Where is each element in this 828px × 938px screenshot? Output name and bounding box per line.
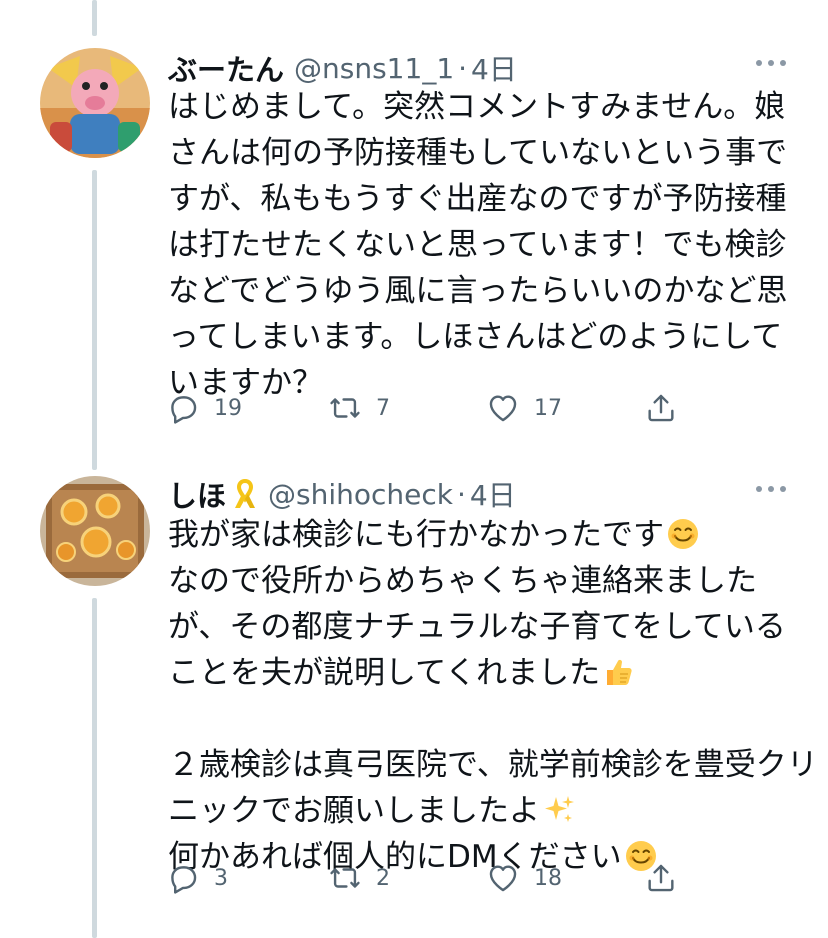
display-name[interactable]: しほ — [168, 473, 226, 515]
retweet-icon — [330, 868, 360, 888]
tweet-text-line: などでどうゆう風に言ったらいいのかなど思 — [168, 273, 788, 309]
share-icon — [648, 394, 674, 422]
avatar[interactable] — [40, 48, 150, 158]
reply-count: 19 — [214, 395, 242, 421]
thread-line-top — [92, 0, 97, 36]
tweet-text: 我が家は検診にも行かなかったです なので役所からめちゃくちゃ連絡来ました が、そ… — [168, 512, 818, 880]
user-handle[interactable]: @shihocheck — [268, 478, 453, 511]
like-button[interactable]: 18 — [486, 858, 562, 898]
orange-cake-avatar-icon — [40, 476, 150, 586]
separator-dot: · — [456, 477, 466, 511]
display-name[interactable]: ぶーたん — [168, 47, 284, 89]
smiling-face-emoji-icon — [668, 519, 698, 549]
share-icon — [648, 864, 674, 892]
tweet-text-line: はじめまして。突然コメントすみません。娘 — [168, 89, 786, 125]
like-count: 17 — [534, 395, 562, 421]
tweet-text: はじめまして。突然コメントすみません。娘 さんは何の予防接種もしていないという事… — [168, 84, 788, 406]
thumbs-up-emoji-icon — [607, 659, 632, 685]
retweet-button[interactable]: 7 — [328, 388, 390, 428]
cartoon-character-avatar-icon — [40, 48, 150, 158]
tweet-text-segment: ニックでお願いしましたよ — [168, 793, 540, 829]
reply-icon — [171, 866, 197, 894]
tweet-text-line: すが、私ももうすぐ出産なのですが予防接種 — [168, 181, 787, 217]
tweet-text-line: が、その都度ナチュラルな子育てをしている — [168, 609, 786, 645]
heart-icon — [489, 395, 517, 422]
tweet-text-segment: 我が家は検診にも行かなかったです — [168, 517, 664, 553]
tweet-text-line: なので役所からめちゃくちゃ連絡来ました — [168, 563, 757, 599]
tweet-text-line: ニックでお願いしましたよ — [168, 788, 788, 834]
user-handle[interactable]: @nsns11_1 — [294, 52, 454, 85]
share-button[interactable] — [644, 858, 678, 898]
tweet-text-line: さんは何の予防接種もしていないという事で — [168, 135, 788, 171]
sparkles-emoji-icon — [545, 796, 574, 822]
tweet-text-line: ことを夫が説明してくれました — [168, 650, 788, 696]
reply-button[interactable]: 3 — [166, 858, 228, 898]
tweet-text-line: 我が家は検診にも行かなかったです — [168, 512, 788, 558]
retweet-button[interactable]: 2 — [328, 858, 390, 898]
like-count: 18 — [534, 865, 562, 891]
more-options-icon[interactable] — [756, 484, 786, 494]
retweet-icon — [330, 398, 360, 418]
separator-dot: · — [458, 51, 468, 85]
reply-button[interactable]: 19 — [166, 388, 242, 428]
share-button[interactable] — [644, 388, 678, 428]
retweet-count: 7 — [376, 395, 390, 421]
tweet-text-line: ってしまいます。しほさんはどのようにして — [168, 319, 783, 355]
tweet-header: しほ @shihocheck · 4日 — [168, 474, 516, 514]
tweet-actions: 19 7 17 — [166, 388, 696, 428]
timestamp[interactable]: 4日 — [470, 474, 516, 514]
reply-count: 3 — [214, 865, 228, 891]
tweet-actions: 3 2 18 — [166, 858, 696, 898]
tweet-text-line — [168, 696, 788, 742]
reply-icon — [171, 396, 197, 424]
thread-line-bottom — [92, 598, 97, 938]
retweet-count: 2 — [376, 865, 390, 891]
thread-line-middle — [92, 170, 97, 470]
tweet-header: ぶーたん @nsns11_1 · 4日 — [168, 48, 517, 88]
more-options-icon[interactable] — [756, 58, 786, 68]
avatar[interactable] — [40, 476, 150, 586]
like-button[interactable]: 17 — [486, 388, 562, 428]
tweet-text-line: ２歳検診は真弓医院で、就学前検診を豊受クリ — [168, 747, 818, 783]
heart-icon — [489, 865, 517, 892]
tweet-text-segment: ことを夫が説明してくれました — [168, 655, 601, 691]
tweet-text-line: は打たせたくないと思っています！でも検診 — [168, 227, 787, 263]
timestamp[interactable]: 4日 — [471, 48, 517, 88]
yellow-ribbon-icon — [232, 477, 258, 511]
